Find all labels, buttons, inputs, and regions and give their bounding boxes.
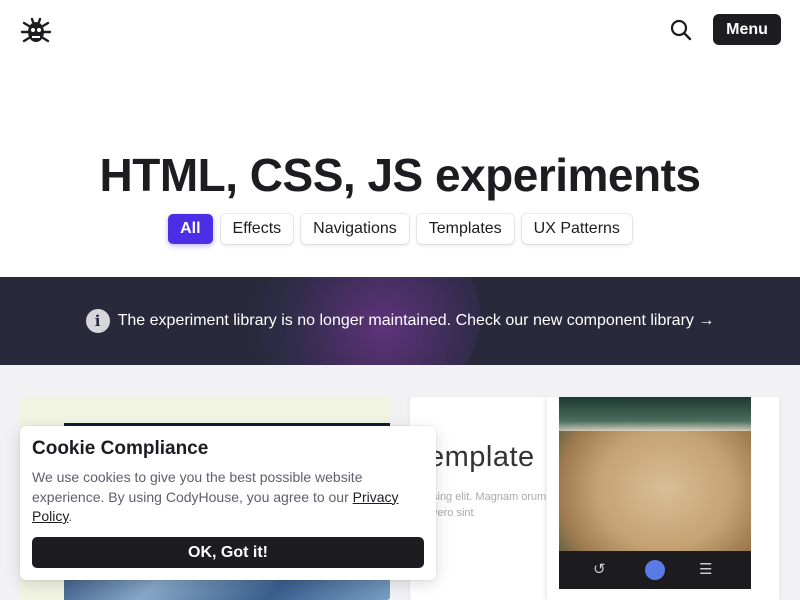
accept-cookies-button[interactable]: OK, Got it! — [32, 537, 424, 568]
menu-button[interactable]: Menu — [713, 14, 781, 45]
cookie-text-end: . — [68, 508, 73, 524]
filter-tabs: All Effects Navigations Templates UX Pat… — [0, 214, 800, 244]
filter-tab-ux-patterns[interactable]: UX Patterns — [521, 214, 632, 244]
filter-tab-navigations[interactable]: Navigations — [301, 214, 409, 244]
notice-banner: i The experiment library is no longer ma… — [0, 277, 800, 365]
search-icon[interactable] — [668, 17, 694, 43]
page-title: HTML, CSS, JS experiments — [99, 149, 702, 201]
component-library-link[interactable]: The experiment library is no longer main… — [118, 312, 715, 330]
filter-tab-templates[interactable]: Templates — [416, 214, 514, 244]
filter-tab-all[interactable]: All — [168, 214, 213, 244]
cookie-title: Cookie Compliance — [32, 438, 209, 459]
card-title: emplate — [428, 441, 535, 473]
phone-mockup: ↺ ☰ — [547, 397, 779, 600]
cookie-text-body: We use cookies to give you the best poss… — [32, 469, 363, 505]
sea-water — [559, 397, 751, 431]
experiment-card[interactable]: emplate sing elit. Magnam orum vero sint… — [410, 397, 780, 600]
info-icon: i — [85, 309, 110, 333]
card-subtitle: sing elit. Magnam orum vero sint — [432, 491, 547, 519]
filter-tab-effects[interactable]: Effects — [220, 214, 294, 244]
site-header: Menu — [0, 0, 800, 62]
coastline-photo — [559, 397, 751, 551]
bug-icon[interactable] — [20, 14, 52, 46]
list-icon[interactable]: ☰ — [699, 560, 712, 578]
phone-toolbar: ↺ ☰ — [559, 551, 751, 589]
cookie-text: We use cookies to give you the best poss… — [32, 468, 424, 527]
history-icon[interactable]: ↺ — [593, 560, 606, 578]
banner-content: i The experiment library is no longer ma… — [0, 277, 800, 365]
cookie-banner: Cookie Compliance We use cookies to give… — [20, 426, 436, 580]
record-button[interactable] — [645, 560, 665, 580]
